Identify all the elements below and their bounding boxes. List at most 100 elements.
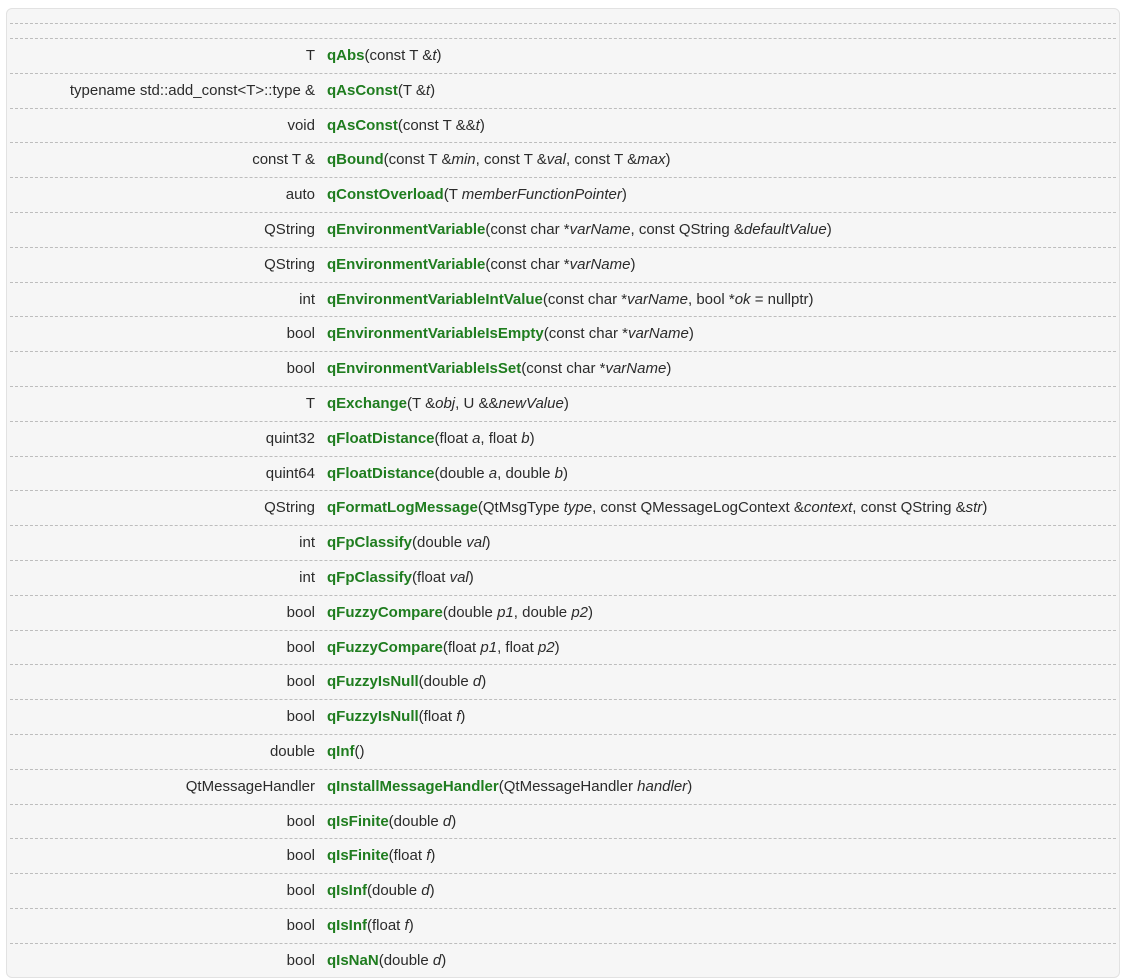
param-name: defaultValue [743, 220, 827, 238]
return-type: QString [264, 220, 315, 238]
param-type: float [488, 429, 522, 447]
return-type: quint32 [265, 429, 315, 447]
function-link[interactable]: qFloatDistance [327, 430, 435, 447]
signature: qConstOverload(T memberFunctionPointer) [327, 178, 627, 212]
parameter-list: (double p1, double p2) [442, 603, 594, 621]
param-type: const char * [490, 220, 570, 238]
param-name: context [803, 499, 853, 517]
function-link[interactable]: qEnvironmentVariableIntValue [327, 291, 543, 308]
param-type: float [423, 708, 457, 726]
function-link[interactable]: qFormatLogMessage [327, 499, 478, 516]
parameter-list: (float f) [367, 916, 414, 934]
parameter-list: (double val) [412, 534, 491, 552]
signature: qBound(const T &min, const T &val, const… [327, 143, 670, 177]
function-link[interactable]: qInstallMessageHandler [327, 778, 499, 795]
parameter-list: (const char *varName) [521, 360, 672, 378]
param-type: bool * [696, 290, 735, 308]
signature: qIsNaN(double d) [327, 944, 446, 977]
function-link[interactable]: qIsInf [327, 882, 367, 899]
function-link[interactable]: qInf [327, 743, 355, 760]
param-name: p1 [497, 603, 514, 621]
function-link[interactable]: qExchange [327, 395, 407, 412]
return-type: bool [286, 951, 315, 969]
parameter-list: (T memberFunctionPointer) [443, 186, 627, 204]
param-name: p2 [571, 603, 589, 621]
table-row: TqAbs(const T &t) [10, 38, 1116, 73]
param-name: a [488, 464, 498, 482]
param-type: double [439, 464, 489, 482]
table-row: bool qIsInf(float f) [10, 907, 1116, 943]
return-type: bool [286, 916, 315, 934]
function-link[interactable]: qIsFinite [327, 813, 389, 830]
param-name: p2 [537, 638, 555, 656]
param-type: const QString & [638, 220, 744, 238]
param-name: varName [627, 290, 688, 308]
function-link[interactable]: qFpClassify [327, 534, 412, 551]
table-row: int qFpClassify(double val) [10, 525, 1116, 560]
param-type: float [372, 916, 405, 934]
param-name: f [456, 708, 461, 726]
parameter-list: (const T &min, const T &val, const T &ma… [383, 151, 671, 169]
function-link[interactable]: qEnvironmentVariable [327, 221, 485, 238]
function-link[interactable]: qFloatDistance [327, 465, 435, 482]
function-link[interactable]: qAsConst [327, 117, 398, 134]
param-name: memberFunctionPointer [461, 186, 622, 204]
function-link[interactable]: qConstOverload [327, 186, 444, 203]
table-row: typename std::add_const<T>::type & qAsCon… [10, 72, 1116, 108]
function-link[interactable]: qFpClassify [327, 569, 412, 586]
signature: qEnvironmentVariableIsSet(const char *va… [327, 352, 671, 386]
param-type: U && [463, 394, 499, 412]
function-link[interactable]: qIsNaN [327, 952, 379, 969]
param-type: const T && [402, 116, 476, 134]
return-type: bool [286, 673, 315, 691]
function-link[interactable]: qIsFinite [327, 847, 389, 864]
signature: qEnvironmentVariable(const char *varName… [327, 213, 832, 247]
parameter-list: (double d) [418, 673, 487, 691]
table-row: bool qFuzzyIsNull(double d) [10, 664, 1116, 699]
function-link[interactable]: qEnvironmentVariableIsEmpty [327, 325, 544, 342]
signature: qFpClassify(float val) [327, 561, 474, 595]
parameter-list: (float val) [412, 568, 474, 586]
function-link[interactable]: qEnvironmentVariable [327, 256, 485, 273]
parameter-list: (const char *varName) [485, 255, 636, 273]
function-link[interactable]: qIsInf [327, 917, 367, 934]
param-type: const T & [483, 151, 547, 169]
parameter-list: (double a, double b) [434, 464, 568, 482]
return-type: bool [286, 882, 315, 900]
return-type: void [287, 116, 315, 134]
function-link[interactable]: qEnvironmentVariableIsSet [327, 360, 521, 377]
param-type: const char * [548, 325, 628, 343]
param-type: double [522, 603, 572, 621]
table-row: QtMessageHandler qInstallMessageHandler(Q… [10, 768, 1116, 804]
signature: qIsInf(float f) [327, 909, 414, 943]
param-name: ok [734, 290, 751, 308]
param-type: const char * [490, 255, 570, 273]
param-name: varName [569, 255, 631, 273]
function-link[interactable]: qAbs [327, 47, 365, 64]
signature: qFloatDistance(float a, float b) [327, 422, 535, 456]
signature: qInstallMessageHandler(QtMessageHandler … [327, 770, 692, 804]
function-link[interactable]: qFuzzyIsNull [327, 708, 419, 725]
signature: qIsFinite(float f) [327, 839, 435, 873]
function-link[interactable]: qFuzzyIsNull [327, 673, 419, 690]
param-name: d [432, 951, 442, 969]
function-link[interactable]: qBound [327, 151, 384, 168]
param-type: float [393, 847, 427, 865]
signature: qFuzzyIsNull(double d) [327, 665, 486, 699]
function-link[interactable]: qAsConst [327, 82, 398, 99]
param-type: double [417, 534, 467, 552]
signature: qEnvironmentVariableIntValue(const char … [327, 283, 814, 317]
signature: qFuzzyIsNull(float f) [327, 700, 465, 734]
param-name: d [472, 673, 482, 691]
return-type: QString [264, 255, 315, 273]
return-type: int [299, 568, 315, 586]
param-type: const T & [574, 151, 638, 169]
param-name: b [554, 464, 563, 482]
param-name: newValue [498, 394, 564, 412]
param-name: obj [435, 394, 456, 412]
param-name: t [425, 81, 431, 99]
table-row: bool qFuzzyCompare(double p1, double p2) [10, 594, 1116, 630]
function-link[interactable]: qFuzzyCompare [327, 604, 443, 621]
function-link[interactable]: qFuzzyCompare [327, 639, 443, 656]
param-name: f [404, 916, 409, 934]
